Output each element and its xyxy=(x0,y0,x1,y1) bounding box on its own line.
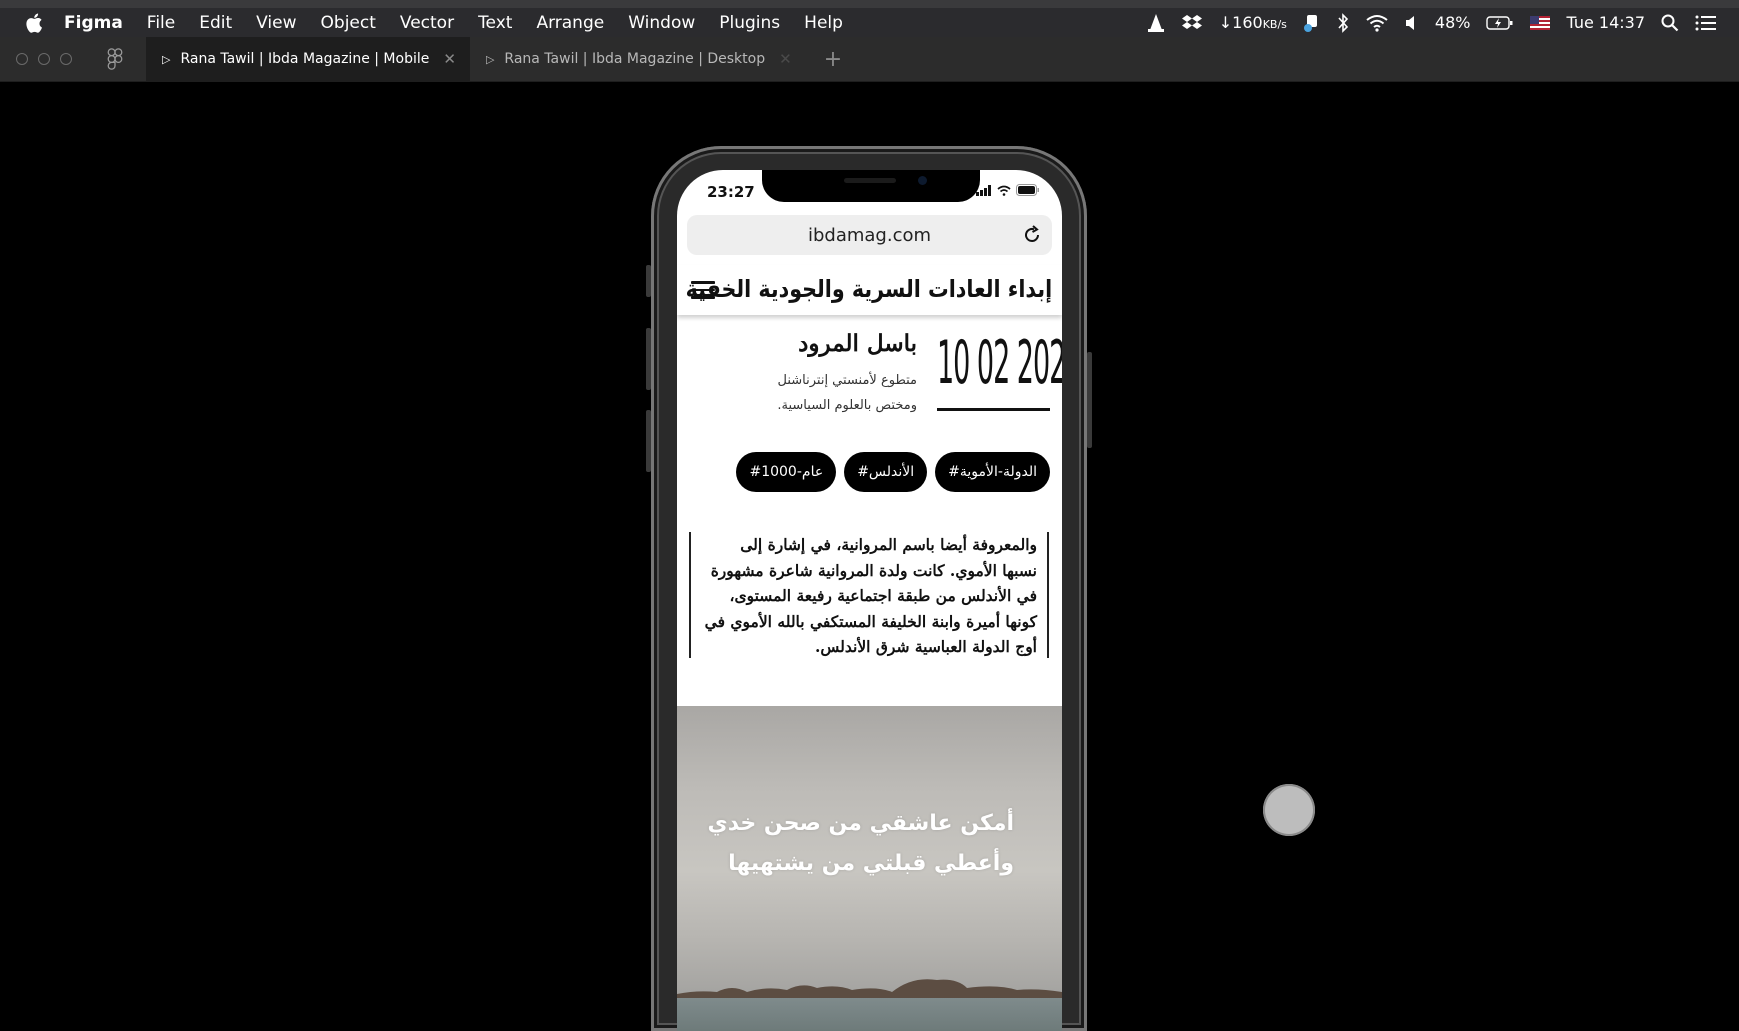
battery-icon[interactable] xyxy=(1486,15,1514,31)
menu-view[interactable]: View xyxy=(256,13,296,33)
hero-image: أمكن عاشقي من صحن خدي وأعطي قبلتي من يشت… xyxy=(677,706,1062,1031)
reload-icon[interactable] xyxy=(1022,225,1042,245)
prototype-cursor xyxy=(1263,784,1315,836)
phone-battery-icon xyxy=(1016,184,1039,196)
flag-us-icon[interactable] xyxy=(1530,15,1551,30)
menu-plugins[interactable]: Plugins xyxy=(719,13,780,33)
rocks-silhouette xyxy=(677,979,1062,1000)
menu-app-figma[interactable]: Figma xyxy=(64,13,123,33)
status-area: ↓160KB/s 48% Tue 14:37 xyxy=(1147,12,1717,33)
phone-wifi-icon xyxy=(997,185,1011,196)
menu-edit[interactable]: Edit xyxy=(199,13,232,33)
poem-text: أمكن عاشقي من صحن خدي وأعطي قبلتي من يشت… xyxy=(708,804,1014,884)
site-logo[interactable]: إبداء العادات السرية والجودية الخفية xyxy=(685,275,1052,303)
mute-switch xyxy=(646,265,651,297)
earpiece-speaker xyxy=(844,178,896,183)
tab-desktop-prototype[interactable]: ▷ Rana Tawil | Ibda Magazine | Desktop ✕ xyxy=(470,37,806,82)
tab-bar: ▷ Rana Tawil | Ibda Magazine | Mobile ✕ … xyxy=(0,36,1739,82)
volume-icon[interactable] xyxy=(1405,15,1419,31)
minimize-window-button[interactable] xyxy=(38,53,50,65)
wifi-icon[interactable] xyxy=(1365,14,1389,32)
poem-line: أمكن عاشقي من صحن خدي xyxy=(707,811,1014,836)
browser-address-bar[interactable]: ibdamag.com xyxy=(687,215,1052,255)
tag-chip[interactable]: #الأندلس xyxy=(844,452,928,492)
close-tab-icon[interactable]: ✕ xyxy=(779,50,792,68)
volume-up-button xyxy=(646,328,651,390)
author-name: باسل المرود xyxy=(798,330,917,357)
url-text: ibdamag.com xyxy=(807,224,932,246)
menu-bar: Figma File Edit View Object Vector Text … xyxy=(0,0,1739,37)
close-window-button[interactable] xyxy=(16,53,28,65)
article-date: 10 02 2020 xyxy=(937,328,1062,398)
site-header: إبداء العادات السرية والجودية الخفية xyxy=(677,265,1062,315)
author-bio: متطوع لأمنستي إنترناشنل ومختص بالعلوم ال… xyxy=(777,373,917,413)
tag-chip[interactable]: #الدولة-الأموية xyxy=(935,452,1050,492)
zoom-window-button[interactable] xyxy=(60,53,72,65)
menu-file[interactable]: File xyxy=(147,13,175,33)
apple-icon[interactable] xyxy=(24,11,46,35)
figma-logo-icon[interactable] xyxy=(106,48,124,70)
tab-label: Rana Tawil | Ibda Magazine | Mobile xyxy=(180,51,430,67)
network-speed: ↓160KB/s xyxy=(1218,13,1287,32)
menu-object[interactable]: Object xyxy=(321,13,376,33)
new-tab-button[interactable]: + xyxy=(824,47,842,72)
search-icon[interactable] xyxy=(1661,14,1679,32)
window-controls xyxy=(16,53,72,65)
close-tab-icon[interactable]: ✕ xyxy=(443,50,456,68)
phone-status-icons xyxy=(976,184,1040,196)
menu-window[interactable]: Window xyxy=(628,13,695,33)
poem-line: وأعطي قبلتي من يشتهيها xyxy=(728,851,1014,876)
tab-mobile-prototype[interactable]: ▷ Rana Tawil | Ibda Magazine | Mobile ✕ xyxy=(146,36,470,82)
vlc-icon[interactable] xyxy=(1147,13,1165,33)
sea xyxy=(677,998,1062,1031)
date-underline xyxy=(937,408,1050,411)
menu-vector[interactable]: Vector xyxy=(400,13,454,33)
phone-screen: 23:27 ibdamag.com إبداء العادات السرية و… xyxy=(677,170,1062,1031)
list-icon[interactable] xyxy=(1695,15,1717,31)
tag-list: #عام-1000 #الأندلس #الدولة-الأموية xyxy=(736,452,1050,492)
tag-chip[interactable]: #عام-1000 xyxy=(736,452,837,492)
menu-text[interactable]: Text xyxy=(478,13,512,33)
cellular-signal-icon xyxy=(976,184,991,196)
article-date-block: 10 02 2020 xyxy=(937,328,1062,411)
pull-quote: والمعروفة أيضا باسم المروانية، في إشارة … xyxy=(689,532,1049,658)
sync-icon[interactable] xyxy=(1303,13,1321,33)
front-camera xyxy=(918,176,927,185)
menu-arrange[interactable]: Arrange xyxy=(536,13,604,33)
notch xyxy=(762,170,980,202)
volume-down-button xyxy=(646,410,651,472)
dropbox-icon[interactable] xyxy=(1181,14,1203,32)
play-icon: ▷ xyxy=(485,52,495,66)
play-icon: ▷ xyxy=(162,52,171,66)
phone-clock: 23:27 xyxy=(707,183,755,201)
power-button xyxy=(1087,352,1092,448)
battery-percent: 48% xyxy=(1434,13,1471,32)
tab-label: Rana Tawil | Ibda Magazine | Desktop xyxy=(504,51,766,67)
menu-help[interactable]: Help xyxy=(804,13,843,33)
clock[interactable]: Tue 14:37 xyxy=(1566,13,1645,32)
bluetooth-icon[interactable] xyxy=(1337,12,1349,33)
